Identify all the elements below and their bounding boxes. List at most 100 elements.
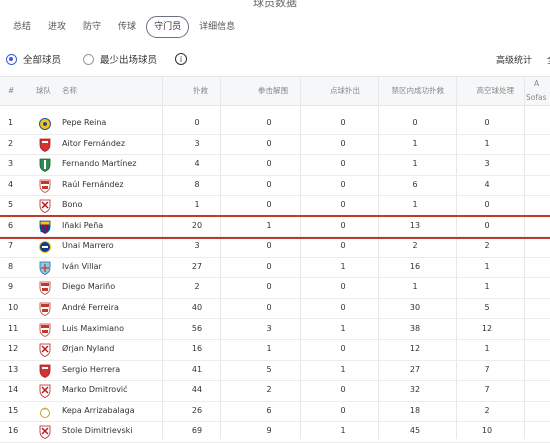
table-row[interactable]: 16 Stole Dimitrievski 69 9 1 45 10 [0, 421, 550, 443]
advanced-stats-link[interactable]: 高级统计 [496, 53, 532, 66]
player-name[interactable]: Iván Villar [62, 257, 102, 277]
player-name[interactable]: Iñaki Peña [62, 216, 103, 236]
saves-value: 16 [191, 344, 203, 354]
table-row[interactable]: 8 Iván Villar 27 0 1 16 1 [0, 257, 550, 279]
box-saves-value: 2 [412, 241, 418, 251]
col-pen-saves[interactable]: 点球扑出 [312, 77, 360, 105]
tab-4[interactable]: 守门员 [146, 16, 190, 38]
tab-3[interactable]: 传球 [111, 16, 143, 38]
pen-saves-value: 1 [340, 261, 346, 271]
high-claims-value: 5 [484, 302, 490, 312]
col-high-claims[interactable]: 高空球处理 [456, 77, 515, 105]
saves-value: 44 [191, 385, 203, 395]
team-crest-icon [39, 198, 51, 214]
player-name[interactable]: Pepe Reina [62, 113, 106, 133]
table-row[interactable]: 10 André Ferreira 40 0 0 30 5 [0, 298, 550, 320]
punches-value: 1 [266, 220, 272, 230]
pen-saves-value: 0 [340, 405, 346, 415]
col-name[interactable]: 名称 [62, 77, 77, 105]
table-row[interactable]: 6 Iñaki Peña 20 1 0 13 0 [0, 216, 550, 238]
row-rank: 15 [8, 405, 19, 415]
table-row[interactable]: 2 Aitor Fernández 3 0 0 1 1 [0, 134, 550, 156]
col-team[interactable]: 球队 [36, 77, 51, 105]
box-saves-value: 27 [409, 364, 421, 374]
tab-1[interactable]: 进攻 [41, 16, 73, 38]
punches-value: 9 [266, 426, 272, 436]
row-rank: 13 [8, 364, 19, 374]
row-rank: 12 [8, 344, 19, 354]
player-name[interactable]: Fernando Martínez [62, 154, 136, 174]
player-name[interactable]: Bono [62, 195, 82, 215]
high-claims-value: 2 [484, 405, 490, 415]
player-name[interactable]: Kepa Arrizabalaga [62, 401, 135, 421]
table-row[interactable]: 1 Pepe Reina 0 0 0 0 0 [0, 113, 550, 135]
row-rank: 10 [8, 302, 19, 312]
pen-saves-value: 0 [340, 344, 346, 354]
table-row[interactable]: 12 Ørjan Nyland 16 1 0 12 1 [0, 339, 550, 361]
table-row[interactable]: 14 Marko Dmitrović 44 2 0 32 7 [0, 380, 550, 402]
punches-value: 0 [266, 282, 272, 292]
col-saves[interactable]: 扑救 [168, 77, 208, 105]
all-players-label: 全部球员 [23, 55, 62, 66]
radio-unselected-icon [83, 53, 95, 65]
punches-value: 5 [266, 364, 272, 374]
team-crest-icon [39, 116, 51, 130]
player-name[interactable]: André Ferreira [62, 298, 119, 318]
tab-2[interactable]: 防守 [76, 16, 108, 38]
punches-value: 0 [266, 138, 272, 148]
saves-value: 20 [191, 220, 203, 230]
team-crest-icon [39, 424, 51, 440]
player-name[interactable]: Diego Mariño [62, 277, 115, 297]
row-rank: 2 [8, 138, 14, 148]
player-name[interactable]: Ørjan Nyland [62, 339, 114, 359]
col-rank[interactable]: # [8, 77, 14, 105]
team-crest-icon [39, 383, 51, 399]
table-row[interactable]: 9 Diego Mariño 2 0 0 1 1 [0, 277, 550, 299]
high-claims-value: 2 [484, 241, 490, 251]
row-rank: 14 [8, 385, 19, 395]
player-name[interactable]: Aitor Fernández [62, 134, 125, 154]
tab-5[interactable]: 详细信息 [192, 16, 242, 38]
saves-value: 4 [194, 159, 200, 169]
high-claims-value: 7 [484, 385, 490, 395]
tab-0[interactable]: 总结 [6, 16, 38, 38]
high-claims-value: 7 [484, 364, 490, 374]
table-row[interactable]: 11 Luis Maximiano 56 3 1 38 12 [0, 319, 550, 340]
punches-value: 0 [266, 159, 272, 169]
saves-value: 8 [194, 179, 200, 189]
player-name[interactable]: Sergio Herrera [62, 360, 120, 380]
table-row[interactable]: 7 Unai Marrero 3 0 0 2 2 [0, 236, 550, 258]
box-saves-value: 1 [412, 138, 418, 148]
table-row[interactable]: 3 Fernando Martínez 4 0 0 1 3 [0, 154, 550, 176]
team-crest-icon [39, 342, 51, 357]
table-row[interactable]: 13 Sergio Herrera 41 5 1 27 7 [0, 360, 550, 382]
box-saves-value: 30 [409, 302, 421, 312]
saves-value: 3 [194, 241, 200, 251]
all-players-radio[interactable]: 全部球员 [6, 52, 61, 66]
col-box-saves[interactable]: 禁区内成功扑救 [380, 77, 445, 105]
col-punches[interactable]: 拳击解围 [232, 77, 288, 105]
row-rank: 5 [8, 200, 14, 210]
player-name[interactable]: Stole Dimitrievski [62, 421, 133, 441]
high-claims-value: 4 [484, 179, 490, 189]
team-crest-icon [39, 322, 51, 337]
radio-selected-icon [6, 53, 17, 65]
table-row[interactable]: 15 Kepa Arrizabalaga 26 6 0 18 2 [0, 401, 550, 423]
pen-saves-value: 0 [340, 118, 346, 127]
table-row[interactable]: 5 Bono 1 0 0 1 0 [0, 195, 550, 217]
table-row[interactable]: 4 Raúl Fernández 8 0 0 6 4 [0, 175, 550, 197]
box-saves-value: 16 [409, 261, 421, 271]
pen-saves-value: 0 [340, 138, 346, 148]
col-extra-bottom[interactable]: Sofas [526, 84, 547, 112]
team-crest-icon [39, 157, 51, 173]
team-crest-icon [39, 363, 51, 378]
player-name[interactable]: Raúl Fernández [62, 175, 124, 195]
min-appearance-radio[interactable]: 最少出场球员 [83, 52, 157, 66]
info-icon[interactable]: i [175, 53, 188, 65]
high-claims-value: 1 [484, 282, 490, 292]
punches-value: 1 [266, 344, 272, 354]
player-name[interactable]: Marko Dmitrović [62, 380, 128, 400]
player-name[interactable]: Unai Marrero [62, 236, 114, 256]
player-name[interactable]: Luis Maximiano [62, 319, 124, 339]
punches-value: 6 [266, 405, 272, 415]
